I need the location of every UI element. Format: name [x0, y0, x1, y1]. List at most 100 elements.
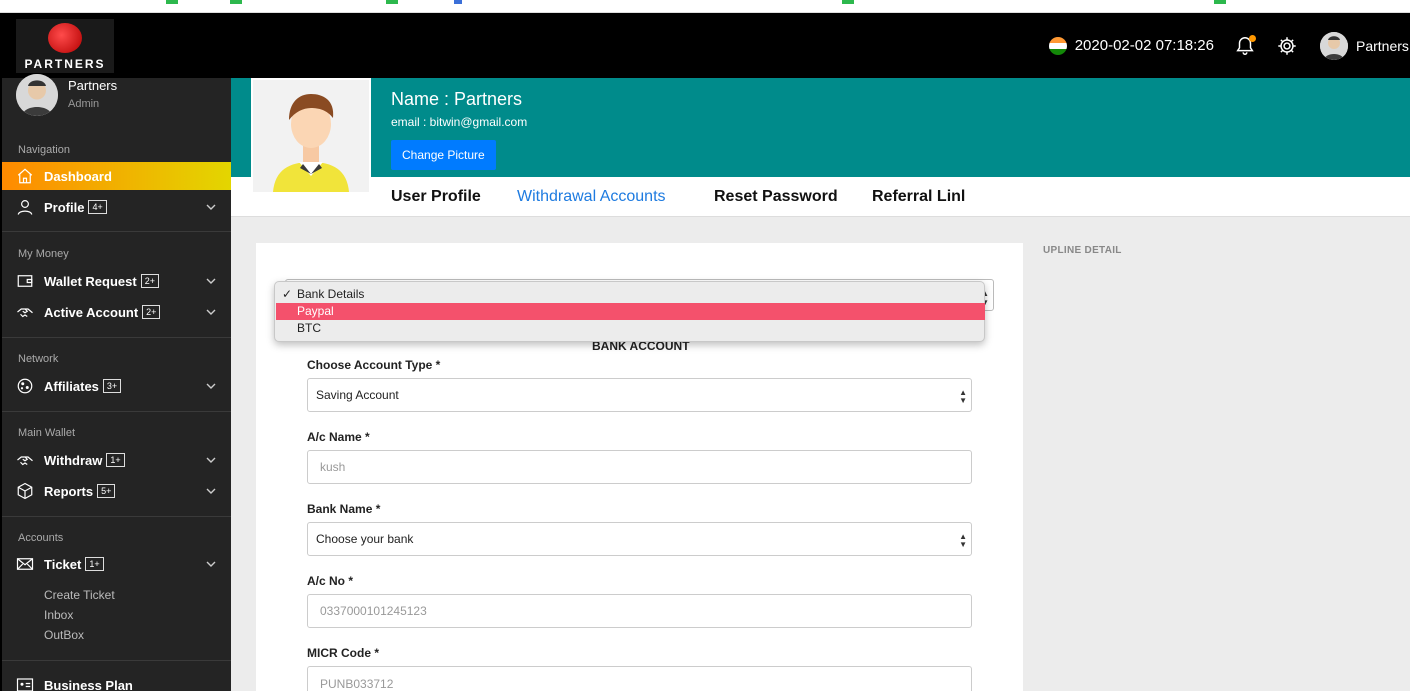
sidebar-item-label: Profile: [44, 199, 85, 215]
ac-no-input[interactable]: 0337000101245123: [307, 594, 972, 628]
sidebar-item-dashboard[interactable]: Dashboard: [2, 162, 231, 190]
sidebar-divider: [2, 337, 231, 338]
sidebar-item-business-plan[interactable]: Business Plan: [2, 671, 231, 691]
sidebar-item-profile[interactable]: Profile 4+: [2, 193, 231, 221]
sidebar-item-label: Wallet Request: [44, 273, 137, 289]
count-badge: 1+: [106, 453, 125, 467]
chevron-down-icon[interactable]: [205, 201, 217, 213]
sidebar: Partners Admin Navigation Dashboard Prof…: [0, 74, 231, 691]
user-menu-name[interactable]: Partners: [1356, 38, 1410, 54]
section-network: Network: [18, 353, 59, 365]
envelope-icon: [16, 555, 36, 573]
change-picture-button[interactable]: Change Picture: [391, 140, 496, 170]
sidebar-item-withdraw[interactable]: Withdraw 1+: [2, 446, 231, 474]
user-avatar[interactable]: [1320, 31, 1348, 60]
micr-code-label: MICR Code *: [307, 646, 379, 660]
ac-name-label: A/c Name *: [307, 430, 370, 444]
sidebar-item-label: Reports: [44, 483, 94, 499]
browser-bookmark-strip: [0, 0, 1410, 13]
profile-email: email : bitwin@gmail.com: [391, 115, 528, 129]
sidebar-item-active-account[interactable]: Active Account 2+: [2, 298, 231, 326]
chevron-down-icon[interactable]: [205, 380, 217, 392]
current-datetime: 2020-02-02 07:18:26: [1074, 37, 1214, 54]
sidebar-subitem-outbox[interactable]: OutBox: [44, 628, 84, 642]
sidebar-subitem-inbox[interactable]: Inbox: [44, 608, 73, 622]
count-badge: 5+: [97, 484, 116, 498]
option-label: Bank Details: [297, 287, 365, 301]
count-badge: 1+: [85, 557, 104, 571]
sidebar-user-role: Admin: [68, 98, 100, 110]
select-arrows-icon: ▲ ▼: [959, 388, 967, 405]
profile-name: Name : Partners: [391, 89, 523, 109]
account-type-select[interactable]: Saving Account ▲ ▼: [307, 378, 972, 412]
count-badge: 3+: [102, 379, 122, 393]
count-badge: 2+: [140, 274, 159, 288]
user-icon: [16, 198, 36, 216]
sidebar-item-label: Withdraw: [44, 452, 103, 468]
sidebar-divider: [2, 660, 231, 661]
sidebar-item-reports[interactable]: Reports 5+: [2, 477, 231, 505]
sidebar-item-label: Dashboard: [44, 168, 112, 184]
chevron-down-icon[interactable]: [205, 485, 217, 497]
brand-logo[interactable]: PARTNERS: [16, 19, 114, 73]
sidebar-item-label: Affiliates: [44, 378, 99, 394]
tab-reset-password[interactable]: Reset Password: [714, 188, 838, 206]
sidebar-item-affiliates[interactable]: Affiliates 3+: [2, 372, 231, 400]
notification-dot: [1249, 34, 1256, 42]
sidebar-item-ticket[interactable]: Ticket 1+: [2, 550, 231, 578]
count-badge: 4+: [88, 200, 107, 214]
section-my-money: My Money: [18, 248, 69, 260]
tab-user-profile[interactable]: User Profile: [391, 188, 481, 206]
select-arrows-icon: ▲ ▼: [959, 532, 967, 549]
notification-bell-icon[interactable]: [1234, 34, 1256, 57]
withdraw-hand-icon: [16, 451, 36, 469]
sidebar-divider: [2, 411, 231, 412]
withdrawal-method-dropdown-list: ✓ Bank Details Paypal BTC: [274, 281, 985, 342]
upline-detail-title: UPLINE DETAIL: [1043, 245, 1122, 256]
sidebar-subitem-create-ticket[interactable]: Create Ticket: [44, 588, 115, 602]
section-main-wallet: Main Wallet: [18, 427, 76, 439]
chevron-down-icon[interactable]: [205, 275, 217, 287]
bank-name-select[interactable]: Choose your bank ▲ ▼: [307, 522, 972, 556]
dropdown-option-paypal[interactable]: Paypal: [276, 303, 985, 320]
sidebar-divider: [2, 231, 231, 232]
profile-picture: [251, 78, 371, 194]
option-label: BTC: [297, 321, 321, 335]
section-navigation: Navigation: [18, 144, 70, 156]
india-flag-icon: [1048, 36, 1067, 55]
box-icon: [16, 482, 36, 500]
bank-name-label: Bank Name *: [307, 502, 381, 516]
account-type-label: Choose Account Type *: [307, 358, 441, 372]
ac-no-label: A/c No *: [307, 574, 354, 588]
chevron-down-icon[interactable]: [205, 454, 217, 466]
globe-logo-icon: [48, 23, 82, 53]
bank-name-value: Choose your bank: [316, 532, 414, 546]
brand-name: PARTNERS: [24, 57, 106, 71]
sidebar-user-name: Partners: [68, 78, 118, 93]
account-type-value: Saving Account: [316, 388, 399, 402]
sidebar-user-card: Partners Admin: [16, 74, 117, 116]
section-accounts: Accounts: [18, 532, 64, 544]
count-badge: 2+: [142, 305, 161, 319]
micr-code-input[interactable]: PUNB033712: [307, 666, 972, 691]
dropdown-option-bank-details[interactable]: ✓ Bank Details: [276, 286, 985, 303]
sidebar-item-wallet-request[interactable]: Wallet Request 2+: [2, 267, 231, 295]
sidebar-divider: [2, 516, 231, 517]
option-label: Paypal: [297, 304, 334, 318]
tab-withdrawal-accounts[interactable]: Withdrawal Accounts: [517, 188, 666, 206]
checkmark-icon: ✓: [282, 287, 293, 301]
sidebar-item-label: Active Account: [44, 304, 139, 320]
id-card-icon: [16, 676, 36, 691]
ac-name-input[interactable]: kush: [307, 450, 972, 484]
dropdown-option-btc[interactable]: BTC: [276, 320, 985, 337]
settings-gear-icon[interactable]: [1276, 35, 1298, 57]
home-icon: [16, 167, 36, 185]
sidebar-item-label: Ticket: [44, 556, 82, 572]
tab-referral-link[interactable]: Referral Linl: [872, 188, 965, 206]
chevron-down-icon[interactable]: [205, 306, 217, 318]
handshake-icon: [16, 303, 36, 321]
chevron-down-icon[interactable]: [205, 558, 217, 570]
top-navbar: PARTNERS 2020-02-02 07:18:26 Partners: [0, 13, 1410, 78]
sidebar-avatar: [16, 74, 58, 116]
wallet-icon: [16, 272, 36, 290]
